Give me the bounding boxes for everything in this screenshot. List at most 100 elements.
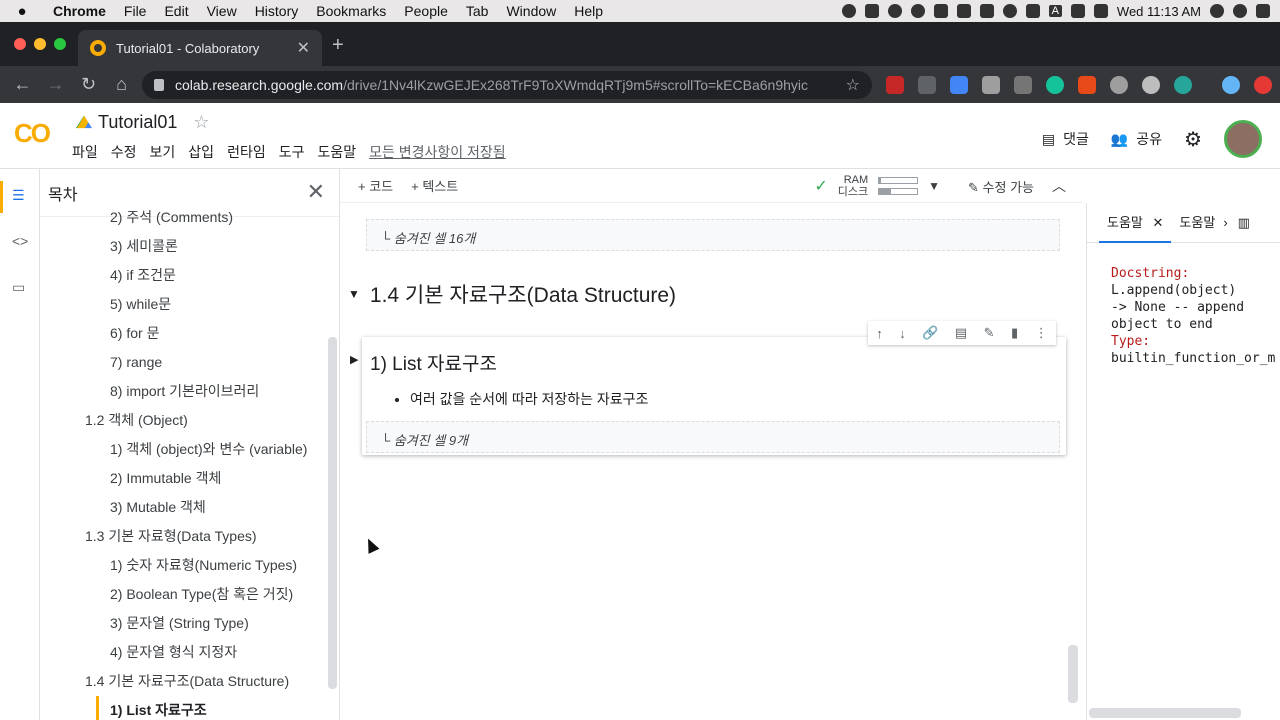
menu-people[interactable]: People (395, 3, 457, 19)
extension-dropbox-icon[interactable] (918, 76, 936, 94)
menu-edit-ko[interactable]: 수정 (111, 142, 137, 162)
toc-list-icon[interactable]: ☰ (12, 187, 25, 204)
extension-blue-icon[interactable] (950, 76, 968, 94)
eject-icon[interactable] (1070, 4, 1085, 18)
forward-button[interactable]: → (39, 74, 72, 95)
edit-mode-button[interactable]: ✎ 수정 가능 (968, 177, 1034, 196)
close-window-button[interactable] (14, 38, 26, 50)
collapse-triangle-icon[interactable]: ▼ (348, 287, 360, 301)
wifi-icon[interactable] (1002, 4, 1017, 18)
extension-red-icon[interactable] (886, 76, 904, 94)
extension-gray-icon[interactable] (1014, 76, 1032, 94)
menu-runtime-ko[interactable]: 런타임 (227, 142, 266, 162)
comment-button[interactable]: ▤ 댓글 (1042, 129, 1089, 149)
resource-meters[interactable] (878, 177, 919, 195)
toc-item[interactable]: 1.2 객체 (Object) (40, 406, 328, 435)
menu-history[interactable]: History (246, 3, 308, 19)
toc-item[interactable]: 1.3 기본 자료형(Data Types) (40, 522, 328, 551)
menu-tools-ko[interactable]: 도구 (279, 142, 305, 162)
hidden-cells-inner[interactable]: └ 숨겨진 셀 9개 (366, 421, 1060, 453)
close-icon[interactable]: ✕ (307, 179, 325, 205)
files-folder-icon[interactable]: ▭ (12, 279, 25, 296)
record-icon[interactable] (841, 4, 856, 18)
toc-item[interactable]: 5) while문 (40, 290, 328, 319)
menu-window[interactable]: Window (497, 3, 565, 19)
toc-item[interactable]: 4) 문자열 형식 지정자 (40, 638, 328, 667)
comment-cell-icon[interactable]: ▤ (955, 325, 967, 341)
toc-item[interactable]: 3) 문자열 (String Type) (40, 609, 328, 638)
toc-item[interactable]: 1) 숫자 자료형(Numeric Types) (40, 551, 328, 580)
home-button[interactable]: ⌂ (105, 74, 138, 95)
toc-scrollbar[interactable] (328, 337, 337, 689)
columns-icon[interactable]: ▥ (1238, 215, 1250, 231)
siri-icon[interactable] (1233, 4, 1247, 18)
move-down-icon[interactable]: ↓ (899, 326, 906, 341)
notification-center-icon[interactable] (1256, 4, 1270, 18)
menu-help-ko[interactable]: 도움말 (317, 142, 356, 162)
avatar[interactable] (1224, 120, 1262, 158)
drive-icon[interactable] (76, 115, 92, 129)
chevron-up-icon[interactable]: ︿ (1052, 176, 1066, 196)
menu-view-ko[interactable]: 보기 (150, 142, 176, 162)
menu-view[interactable]: View (198, 3, 246, 19)
toc-item[interactable]: 2) Boolean Type(참 혹은 거짓) (40, 580, 328, 609)
sync-icon[interactable] (887, 4, 902, 18)
new-tab-button[interactable]: + (332, 34, 344, 57)
dropbox-icon[interactable] (864, 4, 879, 18)
menu-tab[interactable]: Tab (457, 3, 498, 19)
toc-item[interactable]: 2) 주석 (Comments) (40, 203, 328, 232)
doc-title[interactable]: Tutorial01 (98, 112, 177, 133)
notification-icon[interactable] (910, 4, 925, 18)
add-text-button[interactable]: + 텍스트 (411, 176, 458, 195)
browser-tab[interactable]: Tutorial01 - Colaboratory ✕ (78, 30, 322, 66)
add-code-button[interactable]: + 코드 (358, 176, 393, 195)
settings-gear-icon[interactable]: ⚙ (1184, 127, 1202, 152)
menu-help[interactable]: Help (565, 3, 612, 19)
bluetooth-icon[interactable] (979, 4, 994, 18)
reload-button[interactable]: ↻ (72, 74, 105, 95)
update-icon[interactable] (1254, 76, 1272, 94)
scanner-icon[interactable] (933, 4, 948, 18)
tab-help-1[interactable]: 도움말 ✕ (1099, 203, 1172, 243)
bookmark-star-icon[interactable]: ☆ (846, 75, 860, 95)
delete-trash-icon[interactable]: ▮ (1011, 325, 1018, 341)
extension-bulb-icon[interactable] (1110, 76, 1128, 94)
airplay-icon[interactable] (1025, 4, 1040, 18)
toc-item[interactable]: 1.4 기본 자료구조(Data Structure) (40, 667, 328, 696)
help-scrollbar[interactable] (1089, 708, 1241, 718)
more-vert-icon[interactable]: ⋮ (1035, 325, 1048, 341)
colab-logo[interactable]: CO (14, 118, 51, 149)
lock-status-icon[interactable] (956, 4, 971, 18)
edit-pencil-icon[interactable]: ✎ (984, 325, 995, 341)
menu-app-name[interactable]: Chrome (44, 3, 115, 19)
menu-file[interactable]: File (115, 3, 156, 19)
toc-item[interactable]: 3) 세미콜론 (40, 232, 328, 261)
extension-orange-icon[interactable] (1078, 76, 1096, 94)
profile-icon[interactable] (1222, 76, 1240, 94)
menu-bookmarks[interactable]: Bookmarks (307, 3, 395, 19)
menu-edit[interactable]: Edit (155, 3, 197, 19)
spotlight-icon[interactable] (1210, 4, 1224, 18)
extension-circle-icon[interactable] (1142, 76, 1160, 94)
close-tab-icon[interactable]: ✕ (297, 38, 310, 58)
expand-triangle-icon[interactable]: ▶ (350, 353, 358, 366)
toc-item[interactable]: 2) Immutable 객체 (40, 464, 328, 493)
clock[interactable]: Wed 11:13 AM (1117, 4, 1201, 19)
hidden-cells-top[interactable]: └ 숨겨진 셀 16개 (366, 219, 1060, 251)
input-source-badge[interactable]: A (1048, 5, 1062, 17)
chevron-down-icon[interactable]: ▼ (928, 179, 940, 193)
toc-item-current[interactable]: 1) List 자료구조 (96, 696, 328, 720)
move-up-icon[interactable]: ↑ (876, 326, 883, 341)
address-bar[interactable]: colab.research.google.com /drive/1Nv4lKz… (142, 71, 872, 99)
share-button[interactable]: 👥 공유 (1111, 129, 1162, 149)
extension-m-icon[interactable] (1174, 76, 1192, 94)
menu-file-ko[interactable]: 파일 (72, 142, 98, 162)
minimize-window-button[interactable] (34, 38, 46, 50)
toc-item[interactable]: 4) if 조건문 (40, 261, 328, 290)
zoom-window-button[interactable] (54, 38, 66, 50)
extension-print-icon[interactable] (982, 76, 1000, 94)
toc-item[interactable]: 8) import 기본라이브러리 (40, 377, 328, 406)
notebook-scrollbar[interactable] (1068, 645, 1078, 703)
selected-cell[interactable]: 1) List 자료구조 여러 값을 순서에 따라 저장하는 자료구조 └ 숨겨… (362, 337, 1066, 455)
chevron-right-icon[interactable]: › (1223, 215, 1227, 230)
